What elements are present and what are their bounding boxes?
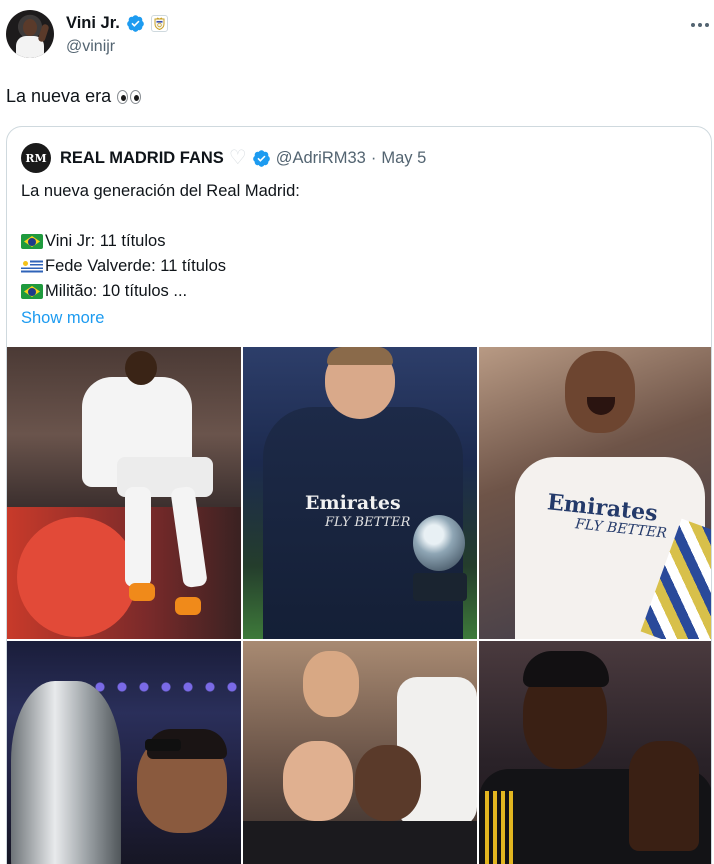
eyes-emoji-icon (117, 89, 142, 104)
player-head (565, 351, 635, 433)
white-heart-emoji-icon: ♡ (228, 147, 247, 169)
fan-jacket (243, 821, 477, 864)
player-head (355, 745, 421, 821)
show-more-link[interactable]: Show more (21, 306, 104, 331)
quote-verified-badge-icon (252, 149, 270, 167)
author-display-name[interactable]: Vini Jr. (66, 14, 120, 33)
media-photo-3[interactable]: Emirates FLY BETTER (479, 347, 711, 639)
kit-sponsor-subtext: FLY BETTER (325, 515, 411, 530)
trophy-icon (413, 515, 465, 571)
quote-line-vini: Vini Jr: 11 títulos (21, 229, 691, 254)
brazil-flag-icon (21, 234, 43, 249)
avatar-arm (37, 23, 50, 43)
player-head (125, 351, 157, 385)
brazil-flag-icon (21, 284, 43, 299)
jacket-stripes (485, 791, 515, 864)
author-name-row: Vini Jr. (66, 14, 168, 33)
player-glasses (145, 739, 181, 751)
quote-author-avatar[interactable]: RM (21, 143, 51, 173)
quote-line-text: Vini Jr: 11 títulos (45, 232, 166, 250)
fan-face (303, 651, 359, 717)
media-photo-1[interactable] (7, 347, 241, 639)
quote-date[interactable]: May 5 (381, 149, 426, 168)
quote-line-text: La nueva generación del Real Madrid: (21, 182, 300, 200)
player-leg (125, 487, 151, 587)
player-hair (523, 651, 609, 687)
tweet-text: La nueva era (6, 86, 142, 107)
media-photo-4[interactable] (7, 641, 241, 864)
fan-face (283, 741, 353, 821)
author-handle[interactable]: @vinijr (66, 38, 115, 56)
player-hair (327, 347, 393, 365)
avatar-head (23, 19, 37, 36)
quoted-tweet-card[interactable]: RM REAL MADRID FANS ♡ @AdriRM33 · May 5 … (6, 126, 712, 864)
player-boot (129, 583, 155, 601)
media-grid: Emirates FLY BETTER Emirates FLY BETTER (7, 347, 711, 864)
quote-author-name[interactable]: REAL MADRID FANS (60, 149, 224, 168)
uruguay-flag-icon (21, 259, 43, 274)
media-photo-6[interactable] (479, 641, 711, 864)
quote-line-intro: La nueva generación del Real Madrid: (21, 179, 691, 204)
verified-badge-icon (126, 15, 144, 32)
media-photo-5[interactable] (243, 641, 477, 864)
more-horizontal-icon[interactable] (688, 18, 712, 32)
tweet-header: Vini Jr. @vinijr (6, 10, 714, 62)
quote-header: RM REAL MADRID FANS ♡ @AdriRM33 · May 5 (21, 143, 426, 173)
kit-sponsor-text: Emirates (305, 492, 401, 514)
media-photo-2[interactable]: Emirates FLY BETTER (243, 347, 477, 639)
champions-trophy-icon (11, 681, 121, 864)
quote-author-handle[interactable]: @AdriRM33 (276, 149, 366, 168)
quote-line-valverde: Fede Valverde: 11 títulos (21, 254, 691, 279)
quote-line-text: Militão: 10 títulos ... (45, 282, 188, 300)
author-avatar[interactable] (6, 10, 54, 58)
tweet-text-content: La nueva era (6, 86, 112, 106)
quote-blank-line (21, 204, 691, 229)
quote-separator: · (370, 148, 377, 167)
player-boot (175, 597, 201, 615)
quote-line-militao: Militão: 10 títulos ... (21, 279, 691, 304)
trophy-base (413, 573, 467, 601)
player-hands (629, 741, 699, 851)
real-madrid-crest-icon (150, 15, 168, 32)
quote-line-text: Fede Valverde: 11 títulos (45, 257, 226, 275)
quote-body: La nueva generación del Real Madrid: Vin… (21, 179, 691, 331)
